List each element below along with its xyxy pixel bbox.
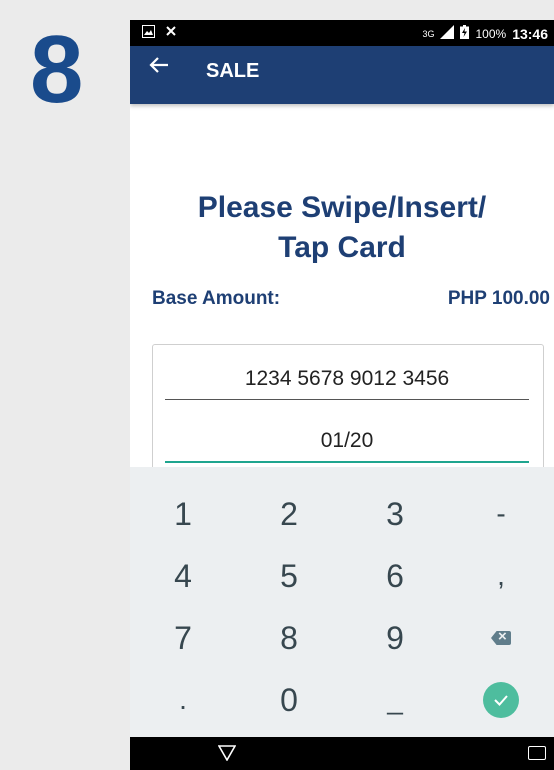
key-period[interactable]: . — [130, 669, 236, 731]
key-0[interactable]: 0 — [236, 669, 342, 731]
battery-icon — [460, 25, 470, 42]
network-type: 3G — [422, 28, 435, 39]
back-arrow-icon[interactable] — [148, 54, 178, 84]
key-7[interactable]: 7 — [130, 607, 236, 669]
amount-row: Base Amount: PHP 100.00 — [152, 288, 550, 310]
key-1[interactable]: 1 — [130, 483, 236, 545]
key-4[interactable]: 4 — [130, 545, 236, 607]
key-3[interactable]: 3 — [342, 483, 448, 545]
key-minus[interactable]: - — [448, 483, 554, 545]
key-2[interactable]: 2 — [236, 483, 342, 545]
phone-screen: 3G 100% 13:46 SALE Please Swipe/Insert/ … — [130, 20, 554, 770]
key-9[interactable]: 9 — [342, 607, 448, 669]
battery-percent: 100% — [475, 26, 507, 41]
key-8[interactable]: 8 — [236, 607, 342, 669]
amount-value: PHP 100.00 — [447, 288, 550, 309]
key-comma[interactable]: , — [448, 545, 554, 607]
signal-icon — [440, 25, 455, 42]
nav-back-icon[interactable] — [217, 741, 237, 767]
key-backspace[interactable] — [448, 607, 554, 669]
numeric-keypad: 1 2 3 - 4 5 6 , 7 8 9 . 0 _ — [130, 467, 554, 753]
status-bar: 3G 100% 13:46 — [130, 20, 554, 46]
prompt-line-1: Please Swipe/Insert/ — [197, 191, 487, 224]
keyboard-switch-icon[interactable] — [528, 746, 546, 760]
key-6[interactable]: 6 — [342, 545, 448, 607]
key-enter[interactable] — [448, 669, 554, 731]
amount-label: Base Amount: — [152, 288, 281, 309]
page-title: SALE — [206, 60, 260, 82]
card-prompt: Please Swipe/Insert/ Tap Card — [130, 188, 554, 268]
key-space[interactable]: _ — [342, 669, 448, 731]
clock: 13:46 — [512, 25, 548, 42]
expiry-date-field[interactable]: 01/20 — [165, 429, 529, 463]
image-notification-icon — [142, 25, 155, 41]
step-number: 8 — [30, 16, 84, 123]
backspace-icon — [491, 631, 511, 645]
app-bar: SALE — [130, 46, 554, 104]
muted-notification-icon — [165, 25, 177, 41]
prompt-line-2: Tap Card — [278, 231, 406, 264]
checkmark-icon — [483, 682, 519, 718]
key-5[interactable]: 5 — [236, 545, 342, 607]
card-number-field[interactable]: 1234 5678 9012 3456 — [165, 367, 529, 400]
navigation-bar — [130, 737, 554, 770]
